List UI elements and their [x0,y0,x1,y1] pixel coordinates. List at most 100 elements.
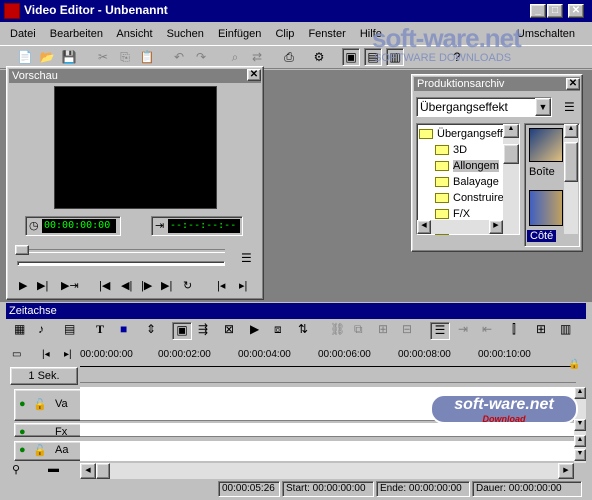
track-header-aa[interactable]: ● 🔓 Aa [14,441,84,461]
track-view-icon[interactable]: ▭ [12,349,21,360]
archive-close-button[interactable]: ✕ [566,78,580,90]
mark-in-icon[interactable]: |◂ [217,279,225,292]
print-icon[interactable]: ⎙ [280,48,298,66]
track-lane-aa[interactable] [80,441,574,461]
color-icon[interactable]: ■ [120,322,127,336]
ruler-forward-icon[interactable]: ▸| [64,349,72,360]
hscroll-thumb[interactable] [96,463,110,479]
zoom-bar-icon[interactable]: ▬ [48,463,59,475]
clip-list-icon[interactable]: ☰ [241,251,252,265]
close-button[interactable]: ✕ [568,4,584,18]
track-header-fx[interactable]: ● Fx [14,423,84,437]
table-icon[interactable]: ▥ [560,322,571,336]
track-scroll-up-2[interactable]: ▲ [574,435,586,447]
split-icon[interactable]: ⇕ [146,322,156,336]
play-icon[interactable]: ▶ [19,279,27,292]
menu-ansicht[interactable]: Ansicht [116,28,152,40]
preview-toggle-icon[interactable]: ▣ [342,48,360,66]
zoom-icon[interactable]: ⇅ [298,322,308,336]
cut-icon[interactable]: ✂ [94,48,112,66]
redo-icon[interactable]: ↷ [192,48,210,66]
link-icon[interactable]: ⛓ [330,322,345,336]
track-header-va[interactable]: ● 🔓 Va [14,389,84,421]
thumb-boite-label[interactable]: Boîte [529,166,555,178]
ruler-back-icon[interactable]: |◂ [42,349,50,360]
track-light-icon[interactable]: ● [19,444,26,456]
tree-vscroll[interactable]: ▲ [503,124,519,220]
hscroll-left[interactable]: ◀ [80,463,96,479]
thumb-vscroll[interactable]: ▲ [564,124,578,234]
slip-icon[interactable]: ▶ [250,322,259,336]
track-scroll-down-2[interactable]: ▼ [574,449,586,461]
find-icon[interactable]: ⌕ [226,48,244,66]
track-lock-icon[interactable]: 🔓 [33,398,47,411]
go-start-icon[interactable]: |◀ [99,279,110,292]
outdent-icon[interactable]: ⇤ [482,322,492,336]
archive-view-icon[interactable]: ☰ [564,100,575,114]
play-to-mark-icon[interactable]: ▶| [37,279,48,292]
indent-icon[interactable]: ⇥ [458,322,468,336]
preview-close-button[interactable]: ✕ [247,69,261,81]
play-range-icon[interactable]: ▶⇥ [61,279,79,292]
track-light-icon[interactable]: ● [19,426,26,436]
film-icon[interactable]: ▦ [14,322,25,336]
track-lock-icon[interactable]: 🔓 [33,444,47,457]
mark-out-icon[interactable]: ▸| [239,279,247,292]
group-icon[interactable]: ⊞ [378,322,388,336]
new-icon[interactable]: 📄 [16,48,34,66]
ungroup-icon[interactable]: ⊟ [402,322,412,336]
thumb-boite-image[interactable] [529,128,563,162]
thumb-scroll-up[interactable]: ▲ [564,124,578,138]
menu-suchen[interactable]: Suchen [167,28,204,40]
properties-icon[interactable]: ⚙ [310,48,328,66]
replace-icon[interactable]: ⇄ [248,48,266,66]
ripple-icon[interactable]: ⇶ [198,322,208,336]
tree-hscroll[interactable]: ◀ ▶ [417,220,519,234]
trim-icon[interactable]: ⊠ [224,322,234,336]
timeline-ruler[interactable]: 00:00:00:00 00:00:02:00 00:00:04:00 00:0… [80,349,576,367]
open-icon[interactable]: 📂 [38,48,56,66]
tree-scroll-right[interactable]: ▶ [489,220,503,234]
position-slider-thumb[interactable] [15,245,29,255]
thumb-cote-label[interactable]: Côté [527,230,557,242]
chevron-down-icon[interactable]: ▼ [535,98,551,116]
undo-icon[interactable]: ↶ [170,48,188,66]
snap-icon[interactable]: ⫿ [512,322,516,337]
tree-scroll-up[interactable]: ▲ [503,124,519,138]
tree-scroll-left[interactable]: ◀ [417,220,431,234]
position-slider-track[interactable] [17,249,225,253]
menu-fenster[interactable]: Fenster [308,28,345,40]
menu-einfuegen[interactable]: Einfügen [218,28,261,40]
step-back-icon[interactable]: ◀| [121,279,132,292]
volume-bar[interactable] [17,261,225,266]
go-end-icon[interactable]: ▶| [161,279,172,292]
slide-icon[interactable]: ⧈ [274,322,282,337]
doc-icon[interactable]: ▤ [64,322,75,336]
timeline-hscroll[interactable]: ◀ ▶ [80,463,574,479]
menu-bearbeiten[interactable]: Bearbeiten [50,28,103,40]
text-icon[interactable]: T [96,322,104,337]
thumb-cote-image[interactable] [529,190,563,226]
track-lane-fx[interactable] [80,423,574,437]
zoom-tool-icon[interactable]: ⚲ [12,463,20,476]
select-tool-icon[interactable]: ▣ [172,322,192,340]
minimize-button[interactable]: _ [530,4,546,18]
copy-icon[interactable]: ⎘ [116,48,134,66]
time-scale-button[interactable]: 1 Sek. [10,367,78,385]
maximize-button[interactable]: □ [547,4,563,18]
track-light-icon[interactable]: ● [19,398,26,410]
unlink-icon[interactable]: ⧉ [354,322,363,337]
save-icon[interactable]: 💾 [60,48,78,66]
hscroll-right[interactable]: ▶ [558,463,574,479]
thumb-scroll-thumb[interactable] [564,142,578,182]
paste-icon[interactable]: 📋 [138,48,156,66]
loop-icon[interactable]: ↻ [183,279,192,292]
tree-scroll-thumb[interactable] [503,144,519,164]
audio-icon[interactable]: ♪ [38,322,44,336]
list-view-icon[interactable]: ☰ [430,322,450,340]
step-forward-icon[interactable]: |▶ [141,279,152,292]
menu-clip[interactable]: Clip [275,28,294,40]
lock-icon[interactable]: 🔒 [568,359,580,370]
menu-datei[interactable]: Datei [10,28,36,40]
archive-category-select[interactable]: Übergangseffekt ▼ [416,97,552,117]
